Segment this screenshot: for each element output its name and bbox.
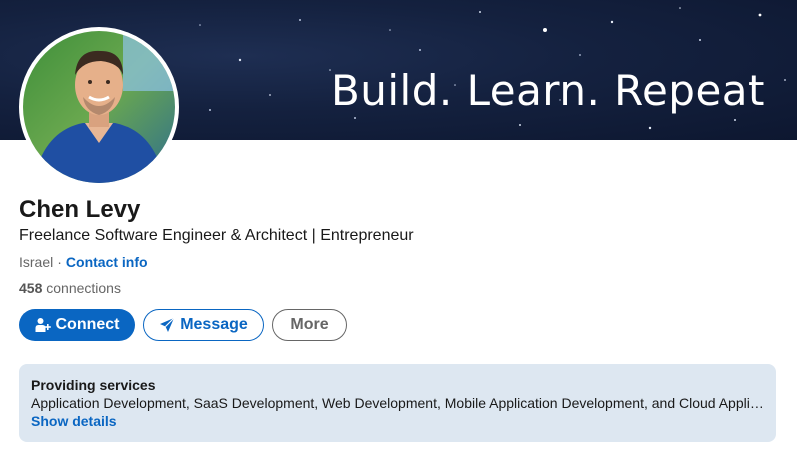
show-details-link[interactable]: Show details: [31, 412, 764, 430]
add-person-icon: [35, 317, 51, 333]
providing-services-card[interactable]: Providing services Application Developme…: [19, 364, 776, 442]
profile-photo: [23, 31, 175, 183]
profile-headline: Freelance Software Engineer & Architect …: [19, 227, 414, 244]
banner-slogan: Build. Learn. Repeat: [330, 66, 765, 115]
paper-plane-icon: [159, 317, 175, 333]
connect-label: Connect: [55, 316, 120, 333]
message-label: Message: [180, 316, 248, 333]
profile-name: Chen Levy: [19, 196, 141, 223]
connections-number: 458: [19, 280, 43, 296]
avatar[interactable]: [19, 27, 179, 187]
services-title: Providing services: [31, 377, 156, 393]
separator-dot: ·: [57, 254, 62, 270]
profile-location: Israel: [19, 254, 54, 270]
more-button[interactable]: More: [272, 309, 347, 341]
message-button[interactable]: Message: [143, 309, 264, 341]
connections-count[interactable]: 458 connections: [19, 280, 121, 296]
connect-button[interactable]: Connect: [19, 309, 135, 341]
location-row: Israel · Contact info: [19, 254, 148, 270]
services-list: Application Development, SaaS Developmen…: [31, 395, 764, 411]
connections-label: connections: [46, 280, 121, 296]
contact-info-link[interactable]: Contact info: [66, 254, 148, 270]
more-label: More: [290, 316, 329, 333]
